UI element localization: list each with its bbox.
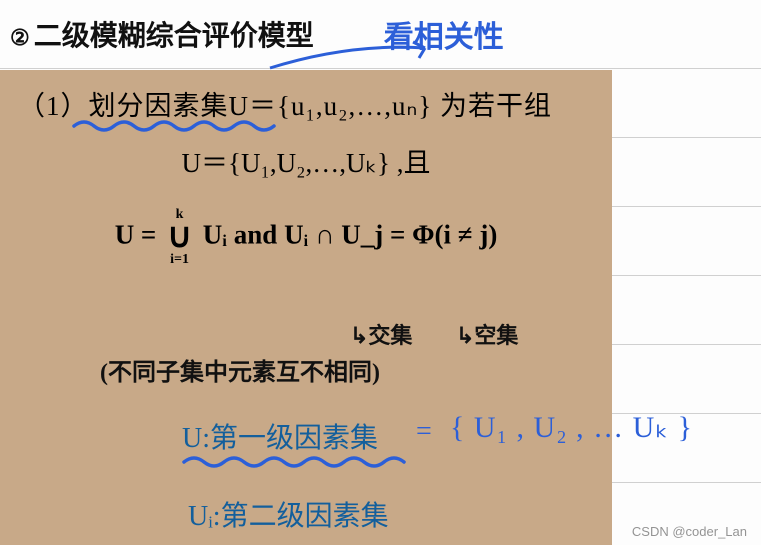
line1-prefix: （1）划分因素集U＝ — [18, 91, 277, 121]
big-union-symbol: k ∪ i=1 — [167, 208, 192, 267]
annotation-parenthetical: (不同子集中元素互不相同) — [100, 352, 380, 387]
label-level-2: Uᵢ:第二级因素集 — [188, 494, 389, 534]
line1-suffix: 为若干组 — [432, 91, 552, 121]
eq-rhs: Uᵢ ∩ U_j = Φ(i ≠ j) — [284, 220, 497, 250]
union-icon: ∪ — [167, 222, 192, 253]
line-2: U＝{U₁,U₂,…,Uₖ} ,且 — [18, 141, 594, 180]
handwritten-title: 二级模糊综合评价模型 — [34, 21, 314, 52]
equation-block: U = k ∪ i=1 Uᵢ and Uᵢ ∩ U_j = Φ(i ≠ j) — [18, 208, 594, 267]
blue-note-top: 看相关性 — [384, 12, 504, 56]
wavy-underline-2-icon — [182, 454, 412, 470]
circled-number: ② 二级模糊综合评价模型 — [10, 14, 314, 54]
line1-set: {u₁,u₂,…,uₙ} — [277, 91, 432, 121]
annotation-intersection: ↳交集 — [350, 318, 412, 350]
blue-set-expression: { U₁ , U₂ , … Uₖ } — [450, 410, 693, 445]
content-box: （1）划分因素集U＝{u₁,u₂,…,uₙ} 为若干组 U＝{U₁,U₂,…,U… — [0, 70, 612, 545]
watermark: CSDN @coder_Lan — [632, 524, 747, 539]
label-level-1-text: U:第一级因素集 — [182, 423, 378, 454]
label-level-2-text: Uᵢ:第二级因素集 — [188, 501, 389, 532]
line-1: （1）划分因素集U＝{u₁,u₂,…,uₙ} 为若干组 — [18, 84, 594, 123]
header-row: ② 二级模糊综合评价模型 看相关性 — [10, 12, 751, 56]
eq-and: and — [234, 220, 284, 250]
union-bottom: i=1 — [170, 253, 189, 267]
eq-ui: Uᵢ — [203, 220, 227, 250]
annotation-phi: ↳空集 — [456, 318, 518, 350]
circled-number-text: ② — [10, 25, 30, 50]
label-level-1: U:第一级因素集 — [182, 416, 378, 456]
blue-equals: = — [416, 416, 432, 448]
eq-lhs: U = — [115, 220, 163, 250]
